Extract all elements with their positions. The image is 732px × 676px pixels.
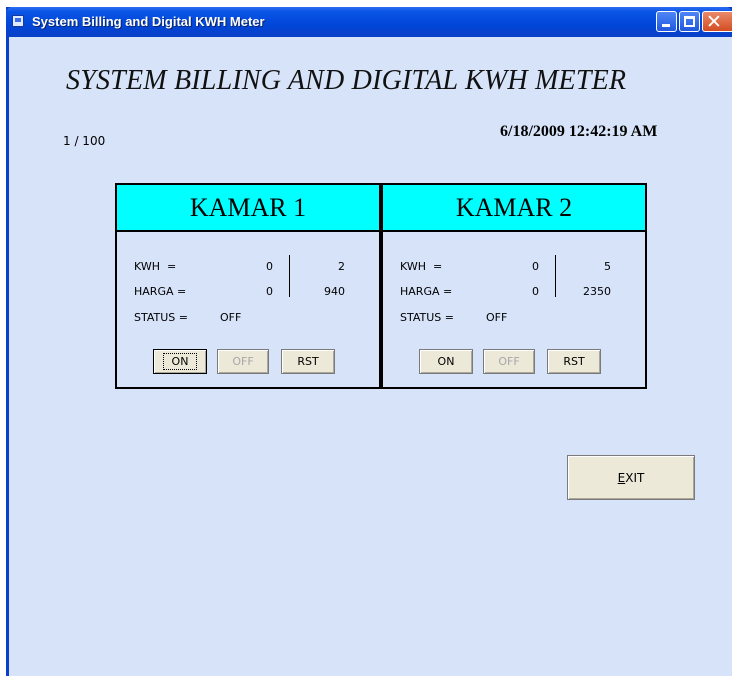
status-value: OFF — [486, 311, 508, 324]
counter-label: 1 / 100 — [63, 134, 106, 148]
off-button[interactable]: OFF — [217, 349, 269, 374]
rst-button[interactable]: RST — [281, 349, 335, 374]
kwh-right-value: 2 — [338, 260, 345, 273]
harga-right-value: 2350 — [583, 285, 611, 298]
room-name: KAMAR 1 — [117, 185, 379, 232]
close-icon: ✕ — [706, 11, 722, 33]
room-name: KAMAR 2 — [383, 185, 645, 232]
minimize-button[interactable] — [656, 11, 677, 32]
kwh-label: KWH — [134, 260, 160, 273]
on-button-label: ON — [162, 353, 198, 370]
harga-label: HARGA = — [400, 285, 453, 298]
harga-label: HARGA = — [134, 285, 187, 298]
kwh-value: 0 — [532, 260, 539, 273]
app-icon — [12, 15, 24, 27]
rst-button[interactable]: RST — [547, 349, 601, 374]
kwh-right-value: 5 — [604, 260, 611, 273]
kwh-equals: = — [433, 260, 443, 273]
window-title: System Billing and Digital KWH Meter — [32, 14, 265, 29]
room-panel-2: KAMAR 2 KWH = 0 5 HARGA = 0 2350 STATUS … — [381, 183, 647, 389]
form-client-area: SYSTEM BILLING AND DIGITAL KWH METER 1 /… — [9, 37, 732, 676]
status-label: STATUS = — [400, 311, 454, 324]
datetime-label: 6/18/2009 12:42:19 AM — [500, 123, 658, 140]
harga-value: 0 — [266, 285, 273, 298]
kwh-value: 0 — [266, 260, 273, 273]
status-value: OFF — [220, 311, 242, 324]
exit-hotkey-letter: E — [617, 470, 626, 485]
off-button[interactable]: OFF — [483, 349, 535, 374]
exit-button[interactable]: E XIT — [567, 455, 695, 500]
title-bar[interactable]: System Billing and Digital KWH Meter ✕ — [6, 7, 732, 37]
status-label: STATUS = — [134, 311, 188, 324]
close-button[interactable]: ✕ — [702, 11, 732, 33]
kwh-label: KWH — [400, 260, 426, 273]
room-panel-1: KAMAR 1 KWH = 0 2 HARGA = 0 940 STATUS =… — [115, 183, 381, 389]
on-button[interactable]: ON — [419, 349, 473, 374]
exit-label-rest: XIT — [625, 470, 645, 485]
page-title: SYSTEM BILLING AND DIGITAL KWH METER — [66, 65, 627, 96]
harga-value: 0 — [532, 285, 539, 298]
divider — [555, 255, 556, 297]
on-button[interactable]: ON — [153, 349, 207, 374]
divider — [289, 255, 290, 297]
maximize-button[interactable] — [679, 11, 700, 32]
minimize-icon — [662, 24, 670, 27]
maximize-icon — [684, 16, 695, 27]
harga-right-value: 940 — [324, 285, 345, 298]
app-window: System Billing and Digital KWH Meter ✕ S… — [6, 7, 732, 676]
kwh-equals: = — [167, 260, 177, 273]
